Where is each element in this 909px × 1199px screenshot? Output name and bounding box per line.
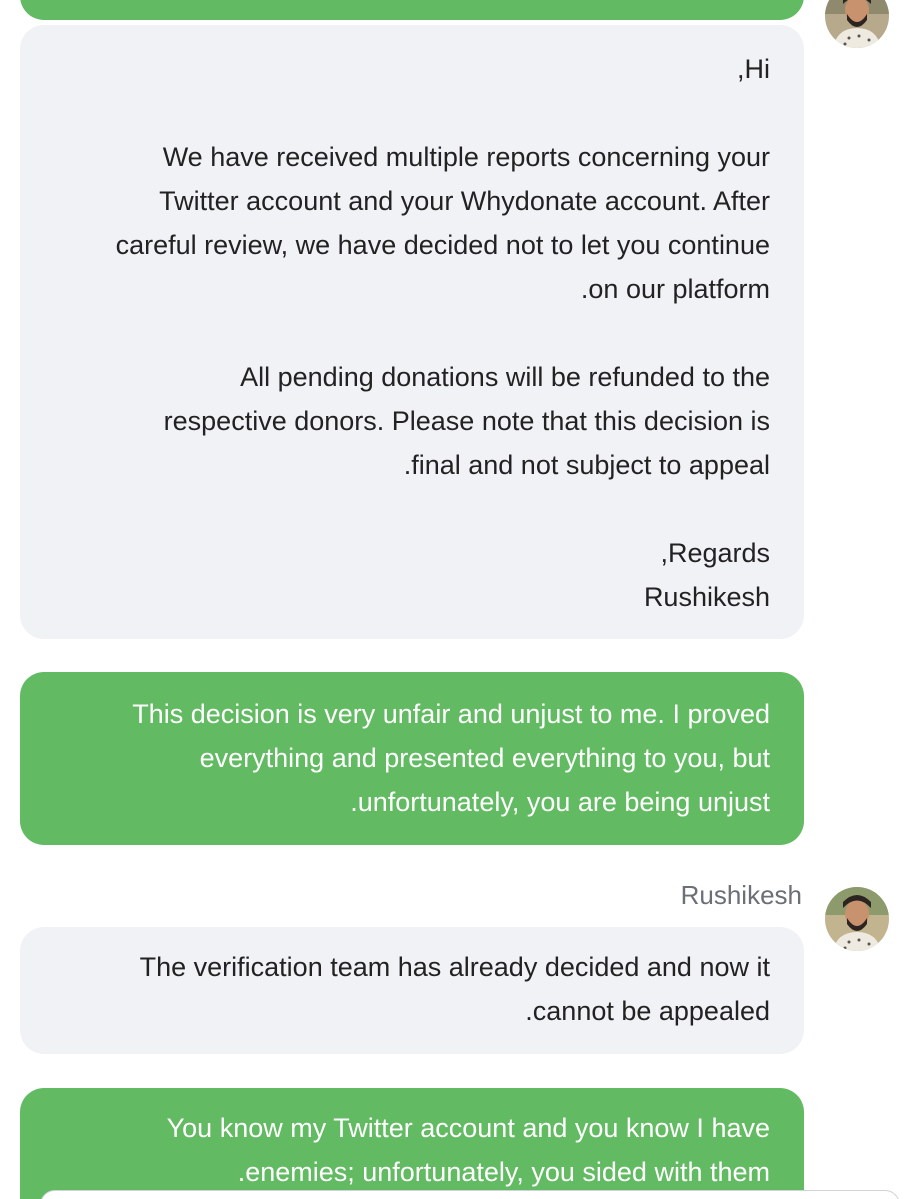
- message-line: respective donors. Please note that this…: [163, 406, 770, 436]
- message-line: This decision is very unfair and unjust …: [132, 699, 770, 729]
- sender-name: Rushikesh: [680, 880, 802, 910]
- message-line: ,Hi: [737, 54, 770, 84]
- message-line: .final and not subject to appeal: [403, 450, 770, 480]
- message-line: Twitter account and your Whydonate accou…: [159, 186, 770, 216]
- avatar-photo-icon: [825, 887, 889, 951]
- agent-avatar[interactable]: [825, 0, 889, 48]
- message-input[interactable]: [40, 1190, 900, 1199]
- avatar-photo-icon: [825, 0, 889, 48]
- chat-screen: ,Hi We have received multiple reports co…: [0, 0, 909, 1199]
- message-line: .on our platform: [580, 274, 770, 304]
- outgoing-message-bubble: You know my Twitter account and you know…: [20, 1088, 804, 1199]
- message-line: careful review, we have decided not to l…: [115, 230, 770, 260]
- message-line: .unfortunately, you are being unjust: [350, 787, 770, 817]
- incoming-message-bubble: The verification team has already decide…: [20, 927, 804, 1054]
- message-line: All pending donations will be refunded t…: [240, 362, 770, 392]
- message-line: everything and presented everything to y…: [199, 743, 770, 773]
- message-line: .cannot be appealed: [525, 996, 770, 1026]
- outgoing-message-bubble: This decision is very unfair and unjust …: [20, 672, 804, 845]
- agent-avatar[interactable]: [825, 887, 889, 951]
- message-line: ,Regards: [660, 538, 770, 568]
- incoming-message-bubble: ,Hi We have received multiple reports co…: [20, 25, 804, 639]
- message-line: Rushikesh: [643, 582, 770, 612]
- message-line: You know my Twitter account and you know…: [166, 1113, 770, 1143]
- message-line: The verification team has already decide…: [139, 952, 770, 982]
- message-line: We have received multiple reports concer…: [162, 142, 770, 172]
- previous-outgoing-message-bubble: [20, 0, 804, 20]
- message-line: .enemies; unfortunately, you sided with …: [237, 1157, 770, 1187]
